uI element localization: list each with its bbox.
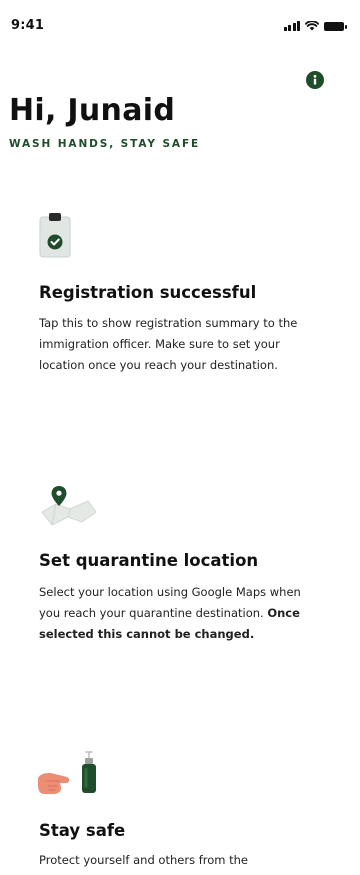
status-time: 9:41 xyxy=(11,18,45,33)
status-icons xyxy=(283,21,347,31)
stay-safe-card[interactable]: Stay safe Protect yourself and others fr… xyxy=(0,745,360,875)
cellular-signal-icon xyxy=(283,21,300,31)
registration-card-description: Tap this to show registration summary to… xyxy=(39,316,298,372)
stay-safe-card-description: Protect yourself and others from the xyxy=(39,853,249,867)
tagline: WASH HANDS, STAY SAFE xyxy=(9,138,201,150)
quarantine-location-card[interactable]: Set quarantine location Select your loca… xyxy=(0,478,360,668)
quarantine-location-card-title: Set quarantine location xyxy=(39,551,259,570)
info-icon xyxy=(313,74,317,85)
map-pin-icon xyxy=(38,482,98,536)
registration-card-title: Registration successful xyxy=(39,283,257,302)
hand-sanitizer-icon xyxy=(36,750,102,804)
battery-icon xyxy=(324,22,347,31)
quarantine-location-card-description: Select your location using Google Maps w… xyxy=(39,582,324,645)
clipboard-check-icon xyxy=(38,210,78,268)
wifi-icon xyxy=(305,21,319,31)
greeting-title: Hi, Junaid xyxy=(9,93,176,128)
quarantine-description-text: Select your location using Google Maps w… xyxy=(39,585,301,620)
status-bar: 9:41 xyxy=(0,0,360,44)
stay-safe-card-title: Stay safe xyxy=(39,821,126,840)
registration-card[interactable]: Registration successful Tap this to show… xyxy=(0,205,360,395)
info-button[interactable] xyxy=(306,71,324,89)
